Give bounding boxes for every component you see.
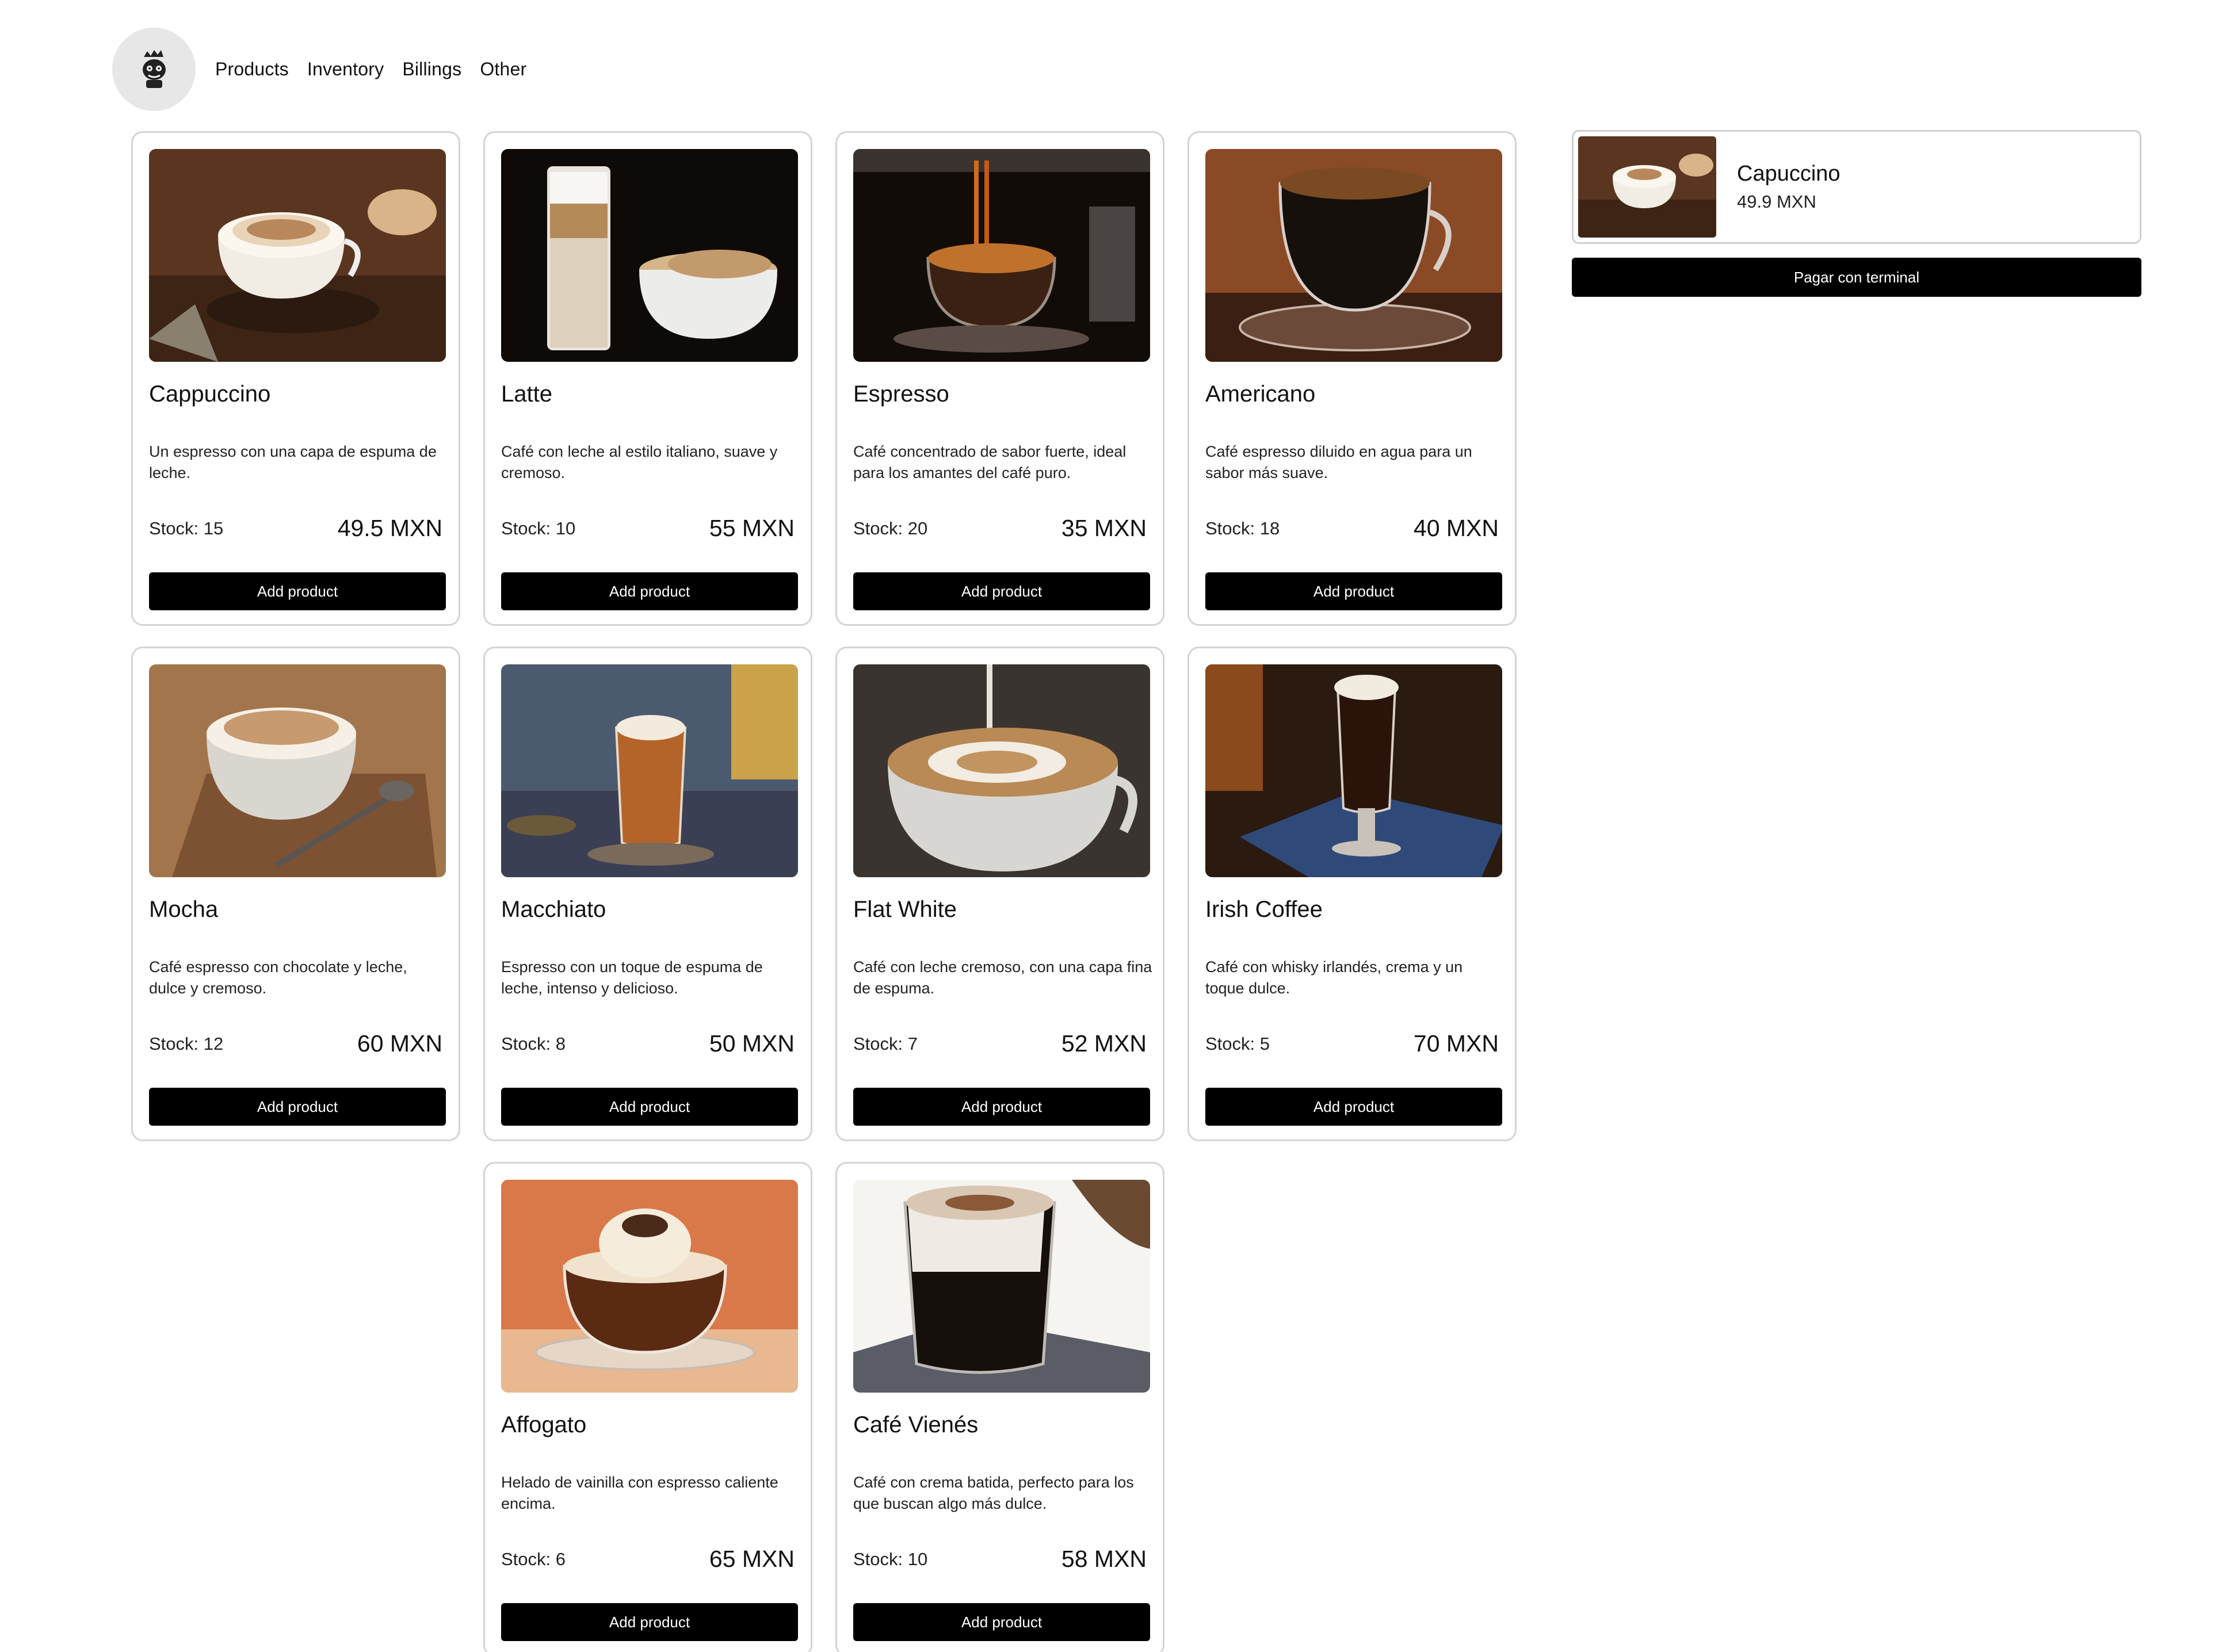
product-name: Mocha [149,897,219,922]
brand-logo[interactable] [112,28,196,111]
pay-terminal-button[interactable]: Pagar con terminal [1572,258,2141,297]
product-stock: Stock: 5 [1205,1034,1270,1054]
product-card: Cappuccino Un espresso con una capa de e… [131,131,460,626]
product-description: Café espresso con chocolate y leche, dul… [149,958,407,997]
add-product-button[interactable]: Add product [501,1603,798,1641]
product-stock: Stock: 10 [501,518,576,538]
product-name: Americano [1205,381,1316,407]
product-image-americano [1205,149,1502,362]
product-price: 52 MXN [1061,1030,1147,1057]
product-card: Affogato Helado de vainilla con espresso… [483,1162,812,1652]
cart-item-name: Capuccino [1737,162,1840,186]
product-card: Irish Coffee Café con whisky irlandés, c… [1187,647,1517,1141]
nav-inventory[interactable]: Inventory [307,59,384,80]
product-image-latte [501,149,798,362]
product-stock: Stock: 10 [853,1549,928,1569]
product-name: Affogato [501,1412,587,1437]
add-product-button[interactable]: Add product [1205,572,1502,610]
product-description: Café con whisky irlandés, crema y un toq… [1205,958,1463,997]
product-name: Irish Coffee [1205,897,1323,922]
add-product-button[interactable]: Add product [149,1088,446,1126]
page: Products Inventory Billings Other Cappuc… [0,0,2230,1652]
product-card: Mocha Café espresso con chocolate y lech… [131,647,460,1141]
product-card: Café Vienés Café con crema batida, perfe… [835,1162,1164,1652]
product-name: Flat White [853,897,957,922]
product-description: Helado de vainilla con espresso caliente… [501,1474,778,1512]
product-description: Un espresso con una capa de espuma de le… [149,443,437,481]
product-name: Espresso [853,381,949,407]
product-price: 65 MXN [709,1546,795,1572]
product-description: Café con leche cremoso, con una capa fin… [853,958,1152,997]
add-product-button[interactable]: Add product [853,1088,1150,1126]
product-image-macchiato [501,664,798,877]
cart-item-price: 49.9 MXN [1737,192,1816,212]
header: Products Inventory Billings Other [112,28,545,111]
product-image-cafe-viennes [853,1180,1150,1393]
product-image-flat-white [853,664,1150,877]
product-image-affogato [501,1180,798,1393]
product-stock: Stock: 15 [149,518,224,538]
product-stock: Stock: 18 [1205,518,1280,538]
add-product-button[interactable]: Add product [853,1603,1150,1641]
cart-item-image [1578,136,1716,238]
product-stock: Stock: 6 [501,1549,566,1569]
product-card: Latte Café con leche al estilo italiano,… [483,131,812,626]
product-card: Americano Café espresso diluido en agua … [1187,131,1517,626]
product-stock: Stock: 20 [853,518,928,538]
nav-other[interactable]: Other [480,59,526,80]
product-price: 55 MXN [709,515,795,541]
product-card: Espresso Café concentrado de sabor fuert… [835,131,1164,626]
product-description: Café concentrado de sabor fuerte, ideal … [853,443,1127,481]
add-product-button[interactable]: Add product [1205,1088,1502,1126]
product-image-cappuccino [149,149,446,362]
product-description: Café con leche al estilo italiano, suave… [501,443,778,481]
product-image-mocha [149,664,446,877]
product-stock: Stock: 8 [501,1034,566,1054]
product-name: Latte [501,381,552,407]
product-name: Café Vienés [853,1412,979,1437]
product-price: 60 MXN [357,1030,442,1057]
product-description: Café con crema batida, perfecto para los… [853,1474,1134,1512]
product-price: 49.5 MXN [337,515,442,541]
nav-billings[interactable]: Billings [402,59,461,80]
product-stock: Stock: 7 [853,1034,918,1054]
add-product-button[interactable]: Add product [501,572,798,610]
product-price: 35 MXN [1061,515,1147,541]
product-image-irish-coffee [1205,664,1502,877]
product-description: Café espresso diluido en agua para un sa… [1205,443,1472,481]
add-product-button[interactable]: Add product [149,572,446,610]
product-stock: Stock: 12 [149,1034,224,1054]
add-product-button[interactable]: Add product [853,572,1150,610]
product-image-espresso [853,149,1150,362]
product-price: 50 MXN [709,1030,795,1057]
add-product-button[interactable]: Add product [501,1088,798,1126]
product-card: Flat White Café con leche cremoso, con u… [835,647,1164,1141]
nav-products[interactable]: Products [215,59,289,80]
main-nav: Products Inventory Billings Other [215,59,545,80]
product-name: Cappuccino [149,381,271,407]
product-price: 70 MXN [1413,1030,1499,1057]
product-price: 58 MXN [1061,1546,1147,1572]
cart-item[interactable]: Capuccino 49.9 MXN [1572,130,2141,244]
product-description: Espresso con un toque de espuma de leche… [501,958,763,997]
product-name: Macchiato [501,897,606,922]
coffee-mascot-icon [142,49,166,88]
product-price: 40 MXN [1413,515,1499,541]
product-card: Macchiato Espresso con un toque de espum… [483,647,812,1141]
